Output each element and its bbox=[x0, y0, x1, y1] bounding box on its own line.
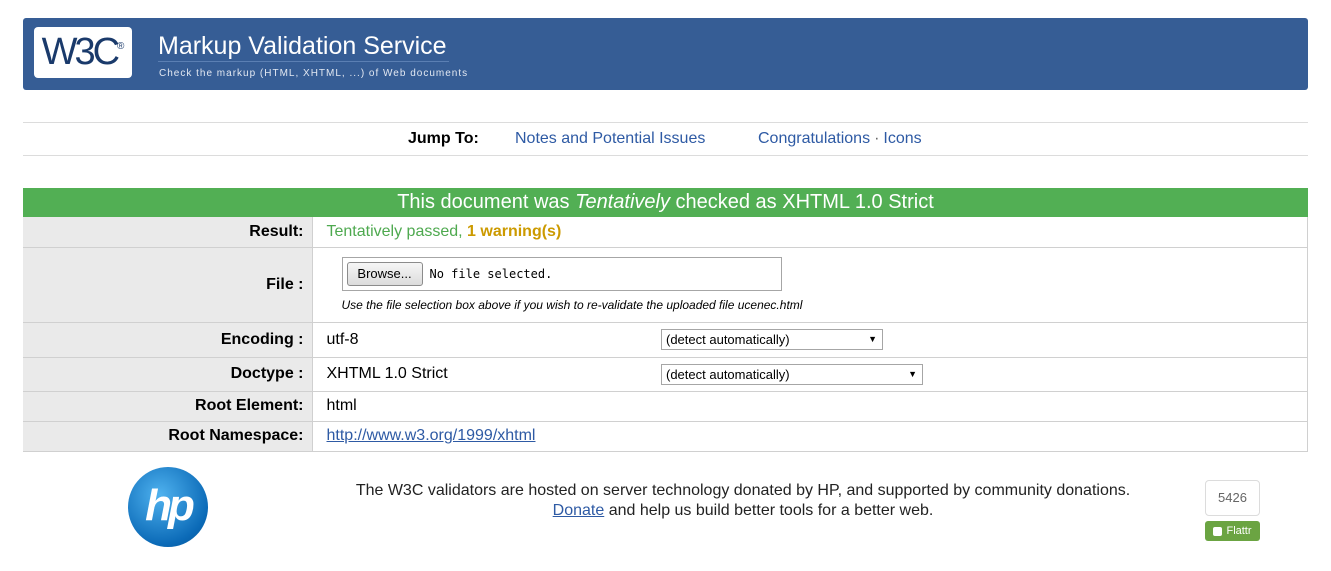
encoding-select[interactable]: (detect automatically) ▼ bbox=[661, 329, 883, 350]
footer-line-2: Donate and help us build better tools fo… bbox=[330, 501, 1156, 521]
file-status: No file selected. bbox=[429, 267, 553, 281]
encoding-select-cell: (detect automatically) ▼ bbox=[647, 322, 1308, 358]
jump-congrats-link[interactable]: Congratulations bbox=[758, 130, 870, 147]
w3c-logo-text: W3C bbox=[41, 31, 120, 73]
jump-notes-link[interactable]: Notes and Potential Issues bbox=[515, 123, 705, 155]
result-header-prefix: This document was bbox=[397, 191, 576, 213]
header-banner: W3C® Markup Validation Service Check the… bbox=[23, 18, 1308, 90]
doctype-select[interactable]: (detect automatically) ▼ bbox=[661, 363, 923, 385]
dropdown-arrow-icon: ▼ bbox=[908, 368, 917, 379]
file-input[interactable]: Browse... No file selected. bbox=[341, 257, 782, 291]
result-header-suffix: checked as XHTML 1.0 Strict bbox=[669, 191, 934, 213]
flattr-label: Flattr bbox=[1226, 525, 1252, 537]
registered-mark: ® bbox=[117, 41, 125, 52]
root-namespace-label: Root Namespace: bbox=[23, 421, 313, 452]
result-label: Result: bbox=[23, 217, 313, 248]
footer-line-1: The W3C validators are hosted on server … bbox=[355, 482, 1131, 499]
browse-button[interactable]: Browse... bbox=[346, 262, 423, 286]
page-subtitle: Check the markup (HTML, XHTML, ...) of W… bbox=[159, 68, 469, 79]
hp-logo[interactable]: hp bbox=[128, 467, 208, 547]
encoding-label: Encoding : bbox=[23, 322, 313, 358]
root-element-value: html bbox=[312, 391, 1308, 422]
page-title[interactable]: Markup Validation Service bbox=[158, 31, 449, 62]
file-cell: Browse... No file selected. Use the file… bbox=[312, 247, 1308, 323]
doctype-select-value: (detect automatically) bbox=[666, 366, 790, 382]
result-row: Result: Tentatively passed, 1 warning(s) bbox=[23, 217, 1308, 248]
result-header: This document was Tentatively checked as… bbox=[23, 188, 1308, 217]
doctype-label: Doctype : bbox=[23, 357, 313, 392]
root-namespace-link[interactable]: http://www.w3.org/1999/xhtml bbox=[327, 427, 536, 444]
results-table: Result: Tentatively passed, 1 warning(s)… bbox=[23, 217, 1308, 452]
result-warning-link[interactable]: 1 warning(s) bbox=[467, 223, 561, 240]
doctype-row: Doctype : XHTML 1.0 Strict (detect autom… bbox=[23, 357, 1308, 392]
doctype-select-cell: (detect automatically) ▼ bbox=[647, 357, 1308, 392]
file-row: File : Browse... No file selected. Use t… bbox=[23, 247, 1308, 323]
jump-to-label: Jump To: bbox=[408, 130, 479, 147]
jump-congrats-group: Congratulations · Icons bbox=[758, 123, 922, 155]
footer-line-2-text: and help us build better tools for a bet… bbox=[604, 502, 934, 519]
donate-link[interactable]: Donate bbox=[553, 502, 605, 519]
dropdown-arrow-icon: ▼ bbox=[868, 334, 877, 344]
flattr-icon bbox=[1213, 526, 1223, 536]
root-namespace-cell: http://www.w3.org/1999/xhtml bbox=[312, 421, 1308, 452]
file-help-text: Use the file selection box above if you … bbox=[341, 298, 803, 312]
jump-separator: · bbox=[874, 130, 880, 147]
footer-text: The W3C validators are hosted on server … bbox=[330, 481, 1156, 521]
encoding-select-value: (detect automatically) bbox=[666, 332, 790, 347]
encoding-value: utf-8 bbox=[312, 322, 647, 358]
root-element-label: Root Element: bbox=[23, 391, 313, 422]
result-header-emphasis: Tentatively bbox=[575, 191, 670, 213]
file-label: File : bbox=[23, 247, 313, 323]
jump-bar: Jump To: Notes and Potential Issues Cong… bbox=[23, 122, 1308, 156]
flattr-button[interactable]: Flattr bbox=[1205, 521, 1260, 541]
doctype-value: XHTML 1.0 Strict bbox=[312, 357, 647, 392]
root-namespace-row: Root Namespace: http://www.w3.org/1999/x… bbox=[23, 421, 1308, 452]
root-element-row: Root Element: html bbox=[23, 391, 1308, 422]
jump-icons-link[interactable]: Icons bbox=[883, 130, 921, 147]
encoding-row: Encoding : utf-8 (detect automatically) ▼ bbox=[23, 322, 1308, 358]
result-pass-text: Tentatively passed, bbox=[326, 222, 468, 240]
w3c-logo[interactable]: W3C® bbox=[34, 27, 132, 78]
flattr-count: 5426 bbox=[1205, 480, 1260, 516]
result-value: Tentatively passed, 1 warning(s) bbox=[312, 217, 1308, 248]
